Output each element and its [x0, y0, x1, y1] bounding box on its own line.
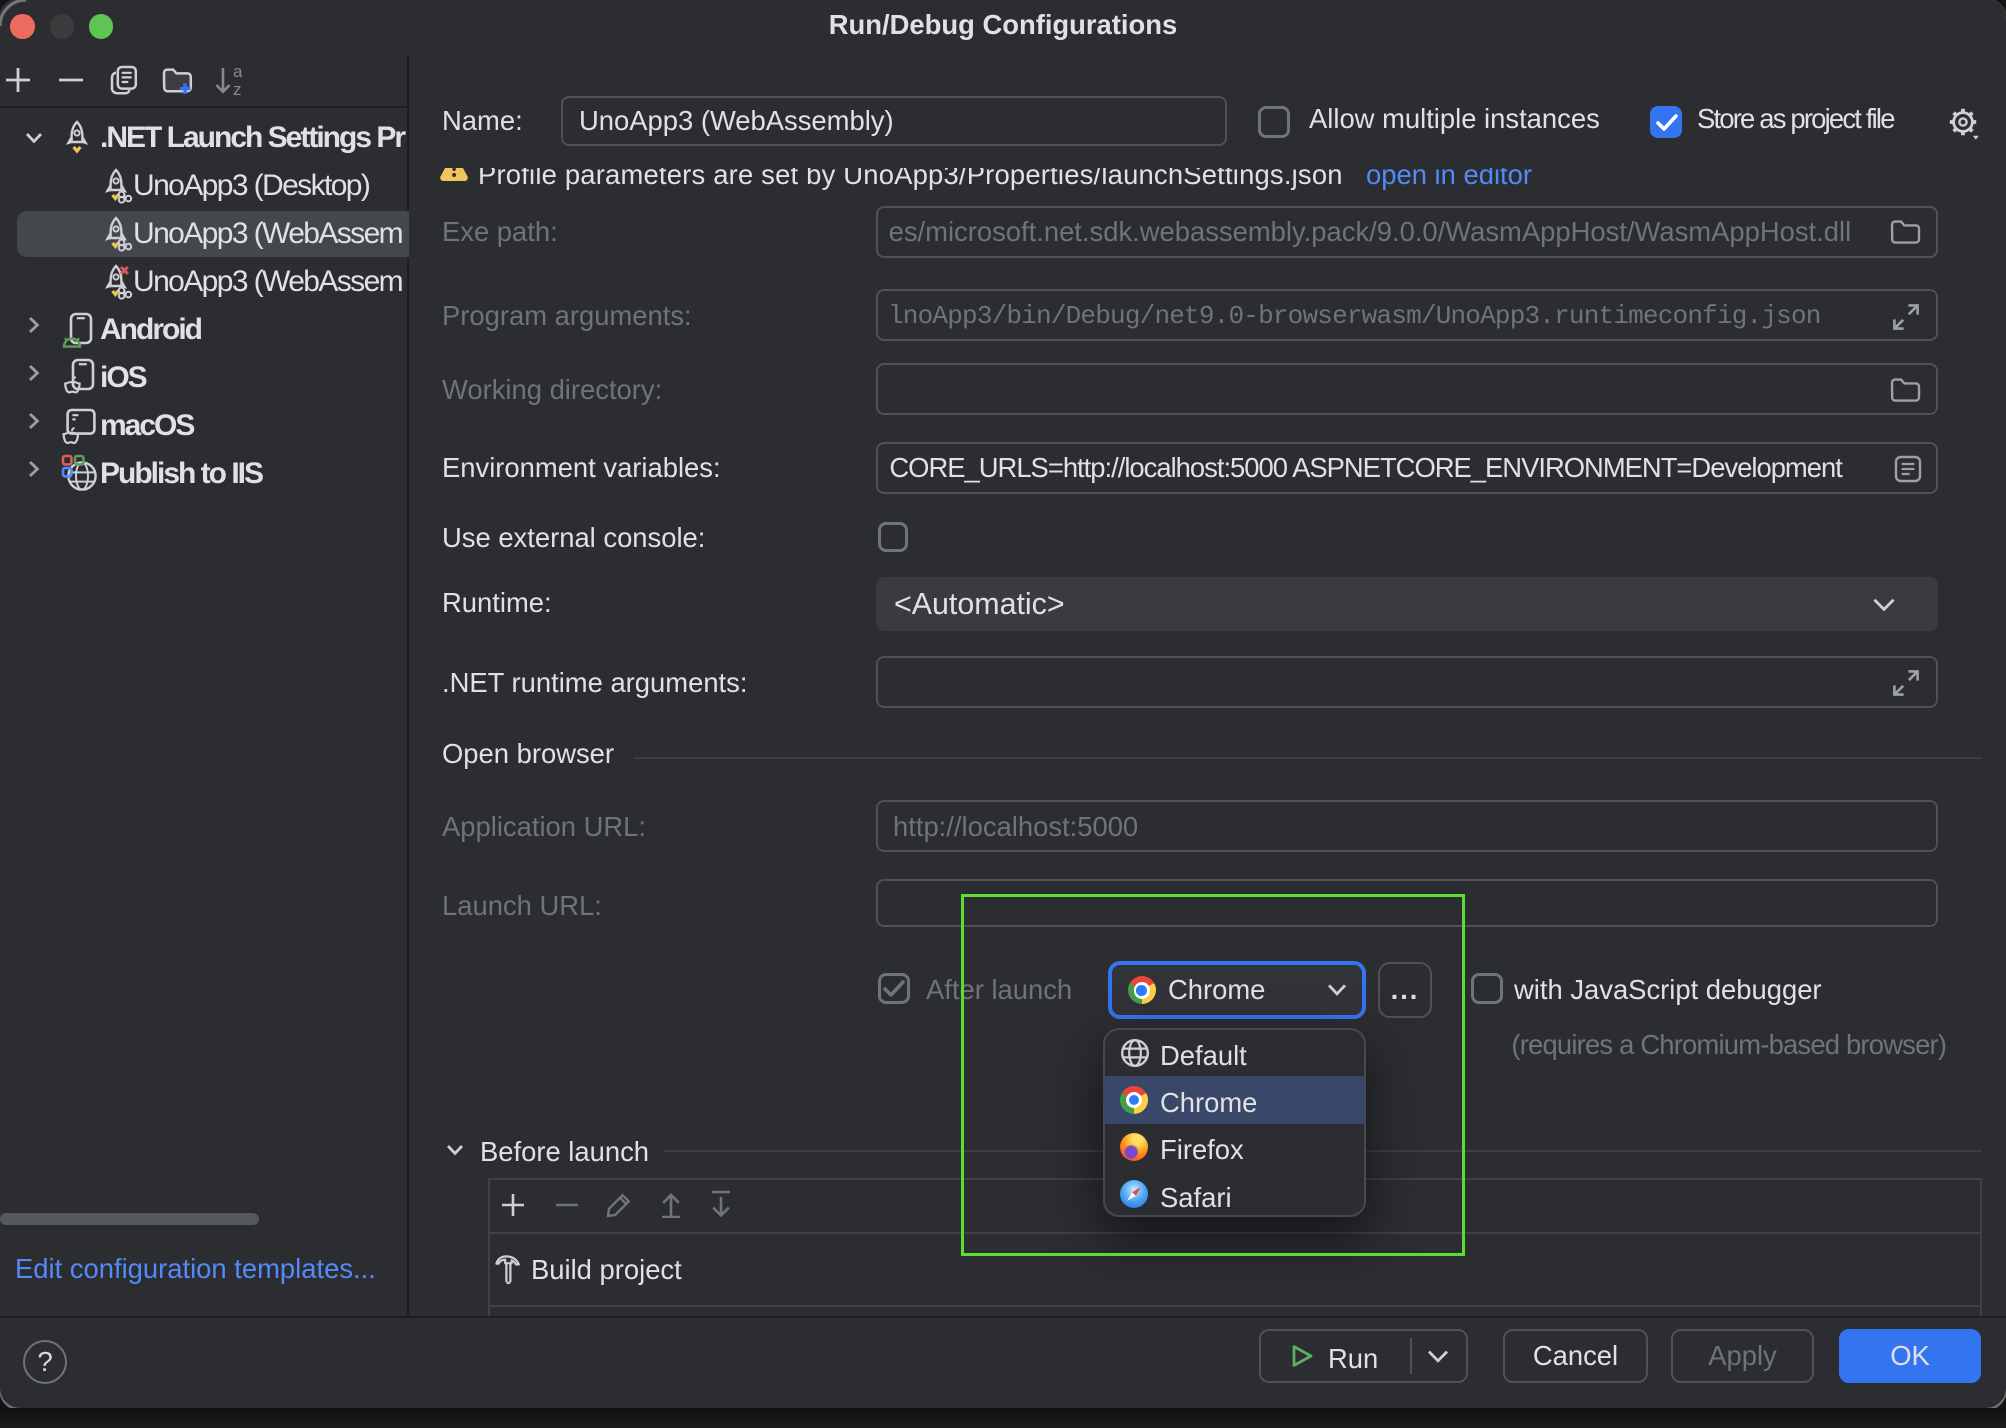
- svg-text:a: a: [233, 65, 243, 81]
- svg-text:z: z: [233, 80, 242, 97]
